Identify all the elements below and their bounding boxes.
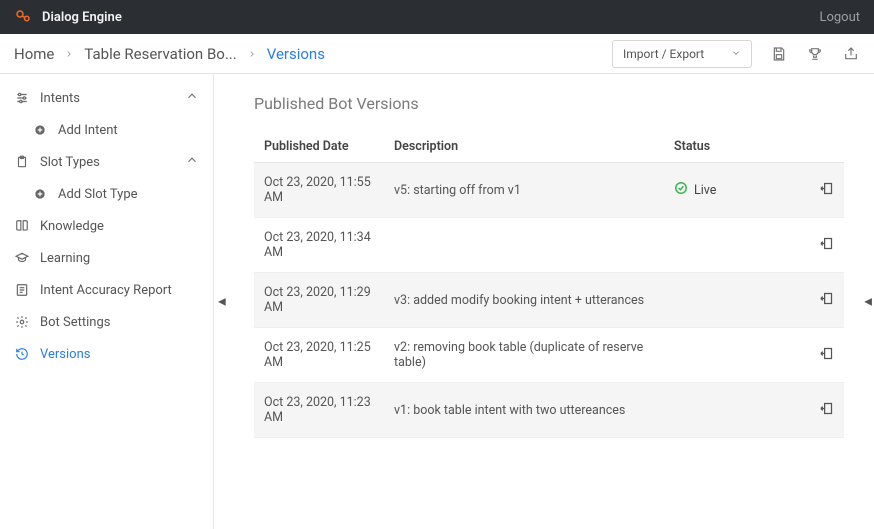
cell-status: Live <box>664 163 804 218</box>
sidebar: Intents Add Intent Slot Types <box>0 74 214 529</box>
cell-status <box>664 273 804 328</box>
sidebar-label: Slot Types <box>40 155 100 170</box>
breadcrumb-bot[interactable]: Table Reservation Bo... <box>84 45 236 63</box>
app-title: Dialog Engine <box>42 10 122 25</box>
save-icon[interactable] <box>770 45 788 63</box>
cell-action <box>804 328 844 383</box>
history-icon <box>14 346 30 362</box>
cell-action <box>804 218 844 273</box>
chevron-down-icon <box>731 47 741 61</box>
cell-action <box>804 273 844 328</box>
sidebar-item-learning[interactable]: Learning <box>0 242 213 274</box>
gear-icon <box>14 314 30 330</box>
sidebar-label: Bot Settings <box>40 315 110 330</box>
breadcrumb-home[interactable]: Home <box>14 45 54 63</box>
cell-date: Oct 23, 2020, 11:55 AM <box>254 163 384 218</box>
book-icon <box>14 218 30 234</box>
versions-table: Published Date Description Status Oct 23… <box>254 131 844 438</box>
page-title: Published Bot Versions <box>254 94 844 113</box>
check-circle-icon <box>674 181 688 199</box>
breadcrumb-current: Versions <box>267 45 325 63</box>
app-logo-icon <box>14 8 32 26</box>
rollback-button[interactable] <box>819 291 834 306</box>
graduation-cap-icon <box>14 250 30 266</box>
plus-circle-icon <box>32 122 48 138</box>
rollback-button[interactable] <box>819 401 834 416</box>
import-export-dropdown[interactable]: Import / Export <box>612 40 752 68</box>
sidebar-item-slot-types[interactable]: Slot Types <box>0 146 213 178</box>
cell-date: Oct 23, 2020, 11:25 AM <box>254 328 384 383</box>
cell-date: Oct 23, 2020, 11:29 AM <box>254 273 384 328</box>
cell-date: Oct 23, 2020, 11:23 AM <box>254 383 384 438</box>
toolbar-actions: Import / Export <box>612 40 860 68</box>
cell-status <box>664 328 804 383</box>
table-row: Oct 23, 2020, 11:25 AMv2: removing book … <box>254 328 844 383</box>
cell-description: v3: added modify booking intent + uttera… <box>384 273 664 328</box>
chevron-up-icon <box>185 89 199 107</box>
chevron-right-icon <box>64 45 74 63</box>
table-row: Oct 23, 2020, 11:34 AM <box>254 218 844 273</box>
col-header-desc: Description <box>384 131 664 163</box>
sidebar-item-knowledge[interactable]: Knowledge <box>0 210 213 242</box>
import-export-label: Import / Export <box>623 47 704 61</box>
table-row: Oct 23, 2020, 11:29 AMv3: added modify b… <box>254 273 844 328</box>
status-label: Live <box>694 183 716 198</box>
sliders-icon <box>14 90 30 106</box>
cell-action <box>804 163 844 218</box>
chevron-up-icon <box>185 153 199 171</box>
trophy-icon[interactable] <box>806 45 824 63</box>
cell-description: v5: starting off from v1 <box>384 163 664 218</box>
cell-description: v2: removing book table (duplicate of re… <box>384 328 664 383</box>
chevron-right-icon <box>247 45 257 63</box>
sidebar-item-add-slot-type[interactable]: Add Slot Type <box>0 178 213 210</box>
main: Intents Add Intent Slot Types <box>0 74 874 529</box>
cell-status <box>664 383 804 438</box>
sidebar-label: Intents <box>40 91 80 106</box>
cell-action <box>804 383 844 438</box>
rollback-button[interactable] <box>819 181 834 196</box>
sidebar-label: Add Intent <box>58 123 118 138</box>
content: Published Bot Versions Published Date De… <box>214 74 874 529</box>
logout-link[interactable]: Logout <box>819 10 860 25</box>
sidebar-label: Versions <box>40 347 90 362</box>
rollback-button[interactable] <box>819 236 834 251</box>
sidebar-label: Add Slot Type <box>58 187 138 202</box>
toolbar: Home Table Reservation Bo... Versions Im… <box>0 34 874 74</box>
cell-status <box>664 218 804 273</box>
col-header-status: Status <box>664 131 804 163</box>
clipboard-icon <box>14 154 30 170</box>
sidebar-item-intent-accuracy[interactable]: Intent Accuracy Report <box>0 274 213 306</box>
sidebar-item-bot-settings[interactable]: Bot Settings <box>0 306 213 338</box>
report-icon <box>14 282 30 298</box>
sidebar-item-versions[interactable]: Versions <box>0 338 213 370</box>
app-header: Dialog Engine Logout <box>0 0 874 34</box>
table-row: Oct 23, 2020, 11:23 AMv1: book table int… <box>254 383 844 438</box>
cell-date: Oct 23, 2020, 11:34 AM <box>254 218 384 273</box>
share-icon[interactable] <box>842 45 860 63</box>
sidebar-label: Knowledge <box>40 219 104 234</box>
cell-description <box>384 218 664 273</box>
sidebar-item-intents[interactable]: Intents <box>0 82 213 114</box>
plus-circle-icon <box>32 186 48 202</box>
breadcrumb: Home Table Reservation Bo... Versions <box>14 45 325 63</box>
table-row: Oct 23, 2020, 11:55 AMv5: starting off f… <box>254 163 844 218</box>
sidebar-label: Learning <box>40 251 90 266</box>
cell-description: v1: book table intent with two uttereanc… <box>384 383 664 438</box>
col-header-date: Published Date <box>254 131 384 163</box>
rollback-button[interactable] <box>819 346 834 361</box>
sidebar-item-add-intent[interactable]: Add Intent <box>0 114 213 146</box>
sidebar-label: Intent Accuracy Report <box>40 283 172 298</box>
